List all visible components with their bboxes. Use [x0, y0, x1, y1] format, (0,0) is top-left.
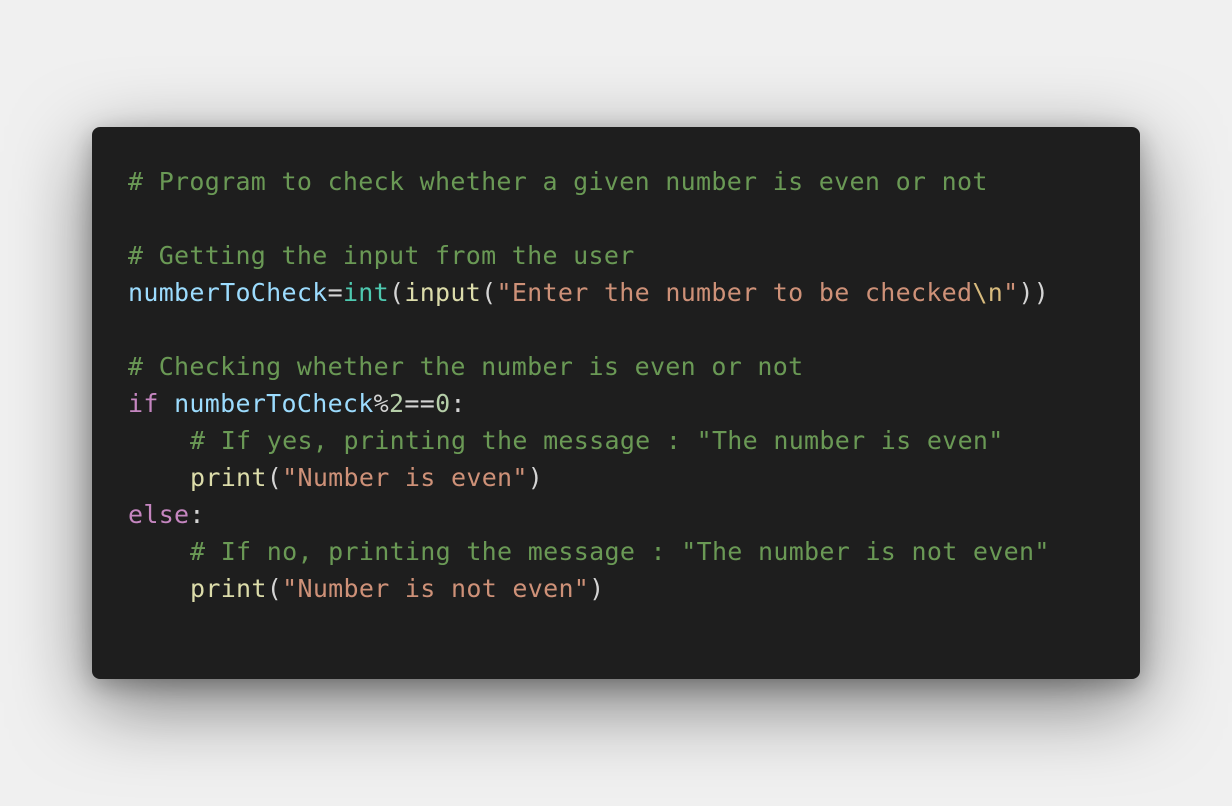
code-token-punc: )) [1018, 278, 1050, 307]
code-token-string: "Number is even" [282, 463, 528, 492]
code-token-op: % [373, 389, 389, 418]
code-token-punc: ( [389, 278, 405, 307]
code-token-op: = [327, 278, 343, 307]
code-token-number: 2 [389, 389, 405, 418]
page-background: # Program to check whether a given numbe… [0, 0, 1232, 806]
code-token-comment: # If no, printing the message : "The num… [190, 537, 1050, 566]
code-token-comment: # If yes, printing the message : "The nu… [190, 426, 1004, 455]
code-token-escape: \n [972, 278, 1004, 307]
code-token-func: print [190, 463, 267, 492]
code-token-func: print [190, 574, 267, 603]
code-token-string: "Number is not even" [282, 574, 590, 603]
code-token-comment: # Checking whether the number is even or… [128, 352, 804, 381]
code-token-comment: # Program to check whether a given numbe… [128, 167, 988, 196]
code-line: else: [128, 496, 1050, 533]
code-token-comment: # Getting the input from the user [128, 241, 635, 270]
code-token-number: 0 [435, 389, 451, 418]
code-token-func: input [404, 278, 482, 307]
code-token-keyword: if [128, 389, 159, 418]
code-token-punc [159, 389, 174, 418]
code-line: print("Number is not even") [128, 570, 1050, 607]
code-token-punc: ) [589, 574, 605, 603]
code-token-keyword: else [128, 500, 190, 529]
code-line: print("Number is even") [128, 459, 1050, 496]
code-line: numberToCheck=int(input("Enter the numbe… [128, 274, 1050, 311]
code-token-punc: ( [481, 278, 497, 307]
code-block: # Program to check whether a given numbe… [128, 163, 1050, 607]
code-token-punc: ( [266, 574, 283, 603]
code-line: # Getting the input from the user [128, 237, 1050, 274]
code-window: # Program to check whether a given numbe… [92, 127, 1140, 679]
code-line: # Checking whether the number is even or… [128, 348, 1050, 385]
code-line: # Program to check whether a given numbe… [128, 163, 1050, 200]
code-token-string: " [1003, 278, 1019, 307]
code-token-punc: ( [266, 463, 283, 492]
code-token-punc: : [189, 500, 205, 529]
code-line: # If yes, printing the message : "The nu… [128, 422, 1050, 459]
code-token-var: numberToCheck [174, 389, 374, 418]
code-line: if numberToCheck%2==0: [128, 385, 1050, 422]
code-token-op: == [404, 389, 436, 418]
code-token-punc: ) [527, 463, 544, 492]
code-line: # If no, printing the message : "The num… [128, 533, 1050, 570]
code-token-punc: : [450, 389, 466, 418]
code-token-type: int [342, 278, 389, 307]
code-token-string: "Enter the number to be checked [496, 278, 973, 307]
code-token-var: numberToCheck [128, 278, 328, 307]
